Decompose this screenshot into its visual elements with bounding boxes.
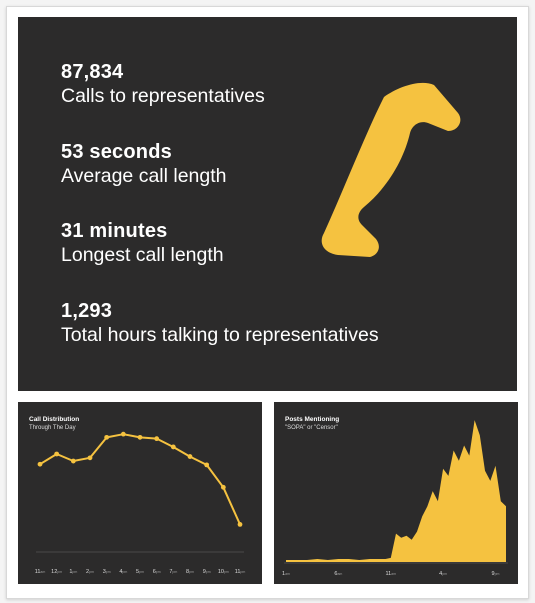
x-tick-suffix: pm: [189, 570, 194, 574]
call-distribution-panel: Call Distribution Through The Day 11am 12…: [18, 402, 262, 584]
x-tick-label: 1am: [282, 571, 290, 577]
x-tick-suffix: pm: [89, 570, 94, 574]
x-tick-suffix: pm: [139, 570, 144, 574]
data-point: [170, 444, 176, 450]
stat-label: Calls to representatives: [61, 85, 265, 107]
x-tick-label: 11pm: [235, 569, 246, 575]
x-tick-suffix: pm: [122, 570, 127, 574]
x-tick-label: 3pm: [103, 569, 111, 575]
chart-subtitle: Through The Day: [29, 425, 76, 431]
stat-total-hours: 1,293 Total hours talking to representat…: [61, 299, 379, 347]
stat-average-length: 53 seconds Average call length: [61, 140, 227, 188]
x-tick-label: 6am: [334, 571, 342, 577]
x-tick-suffix: pm: [72, 570, 77, 574]
x-tick-suffix: pm: [206, 570, 211, 574]
chart-title-block: Call Distribution Through The Day: [29, 416, 79, 432]
stat-label: Longest call length: [61, 244, 224, 266]
data-point: [137, 434, 143, 440]
x-tick-suffix: pm: [224, 570, 229, 574]
x-tick-label: 9pm: [203, 569, 211, 575]
data-point: [187, 454, 193, 459]
data-point: [87, 455, 93, 461]
chart-title-block: Posts Mentioning "SOPA" or "Censor": [285, 416, 339, 432]
x-tick-label: 8pm: [186, 569, 194, 575]
chart-subtitle: "SOPA" or "Censor": [285, 425, 338, 431]
data-point: [237, 522, 243, 527]
stats-panel: 87,834 Calls to representatives 53 secon…: [18, 17, 517, 391]
x-tick-label: 4pm: [439, 571, 447, 577]
x-tick-label: 11am: [385, 571, 396, 577]
stat-calls: 87,834 Calls to representatives: [61, 60, 265, 108]
x-tick-label: 10pm: [218, 569, 229, 575]
x-tick-suffix: am: [285, 572, 290, 576]
stat-longest-length: 31 minutes Longest call length: [61, 219, 224, 267]
x-tick-label: 9pm: [492, 571, 500, 577]
data-point: [104, 434, 110, 440]
x-tick-suffix: pm: [57, 570, 62, 574]
x-tick-label: 12pm: [51, 569, 62, 575]
chart-title: Posts Mentioning: [285, 416, 340, 423]
stat-value: 1,293: [61, 300, 113, 322]
x-tick-suffix: am: [40, 570, 45, 574]
data-point: [37, 461, 43, 467]
data-point: [154, 436, 160, 442]
data-point: [120, 431, 126, 437]
phone-handset-icon: [321, 82, 461, 257]
series-area: [286, 420, 506, 562]
data-point: [220, 484, 226, 490]
x-tick-label: 1pm: [69, 569, 77, 575]
x-tick-suffix: pm: [240, 570, 245, 574]
x-tick-label: 7pm: [169, 569, 177, 575]
x-tick-suffix: pm: [106, 570, 111, 574]
x-tick-suffix: pm: [495, 572, 500, 576]
data-point: [204, 462, 210, 468]
x-tick-suffix: pm: [442, 572, 447, 576]
x-tick-suffix: am: [337, 572, 342, 576]
chart-title: Call Distribution: [29, 416, 80, 423]
stat-label: Total hours talking to representatives: [61, 324, 379, 346]
posts-mentioning-panel: Posts Mentioning "SOPA" or "Censor" 1am 6…: [274, 402, 518, 584]
stat-label: Average call length: [61, 165, 227, 187]
x-tick-label: 4pm: [119, 569, 127, 575]
stat-value: 53 seconds: [61, 141, 172, 163]
series-line: [39, 433, 241, 525]
x-tick-label: 2pm: [86, 569, 94, 575]
stat-value: 87,834: [61, 61, 124, 83]
x-tick-suffix: am: [391, 572, 396, 576]
x-tick-label: 6pm: [153, 569, 161, 575]
data-point: [70, 458, 76, 464]
x-tick-label: 5pm: [136, 569, 144, 575]
data-point: [54, 451, 60, 457]
x-tick-label: 11am: [35, 569, 46, 575]
stat-value: 31 minutes: [61, 220, 168, 242]
x-tick-suffix: pm: [156, 570, 161, 574]
x-tick-suffix: pm: [172, 570, 177, 574]
